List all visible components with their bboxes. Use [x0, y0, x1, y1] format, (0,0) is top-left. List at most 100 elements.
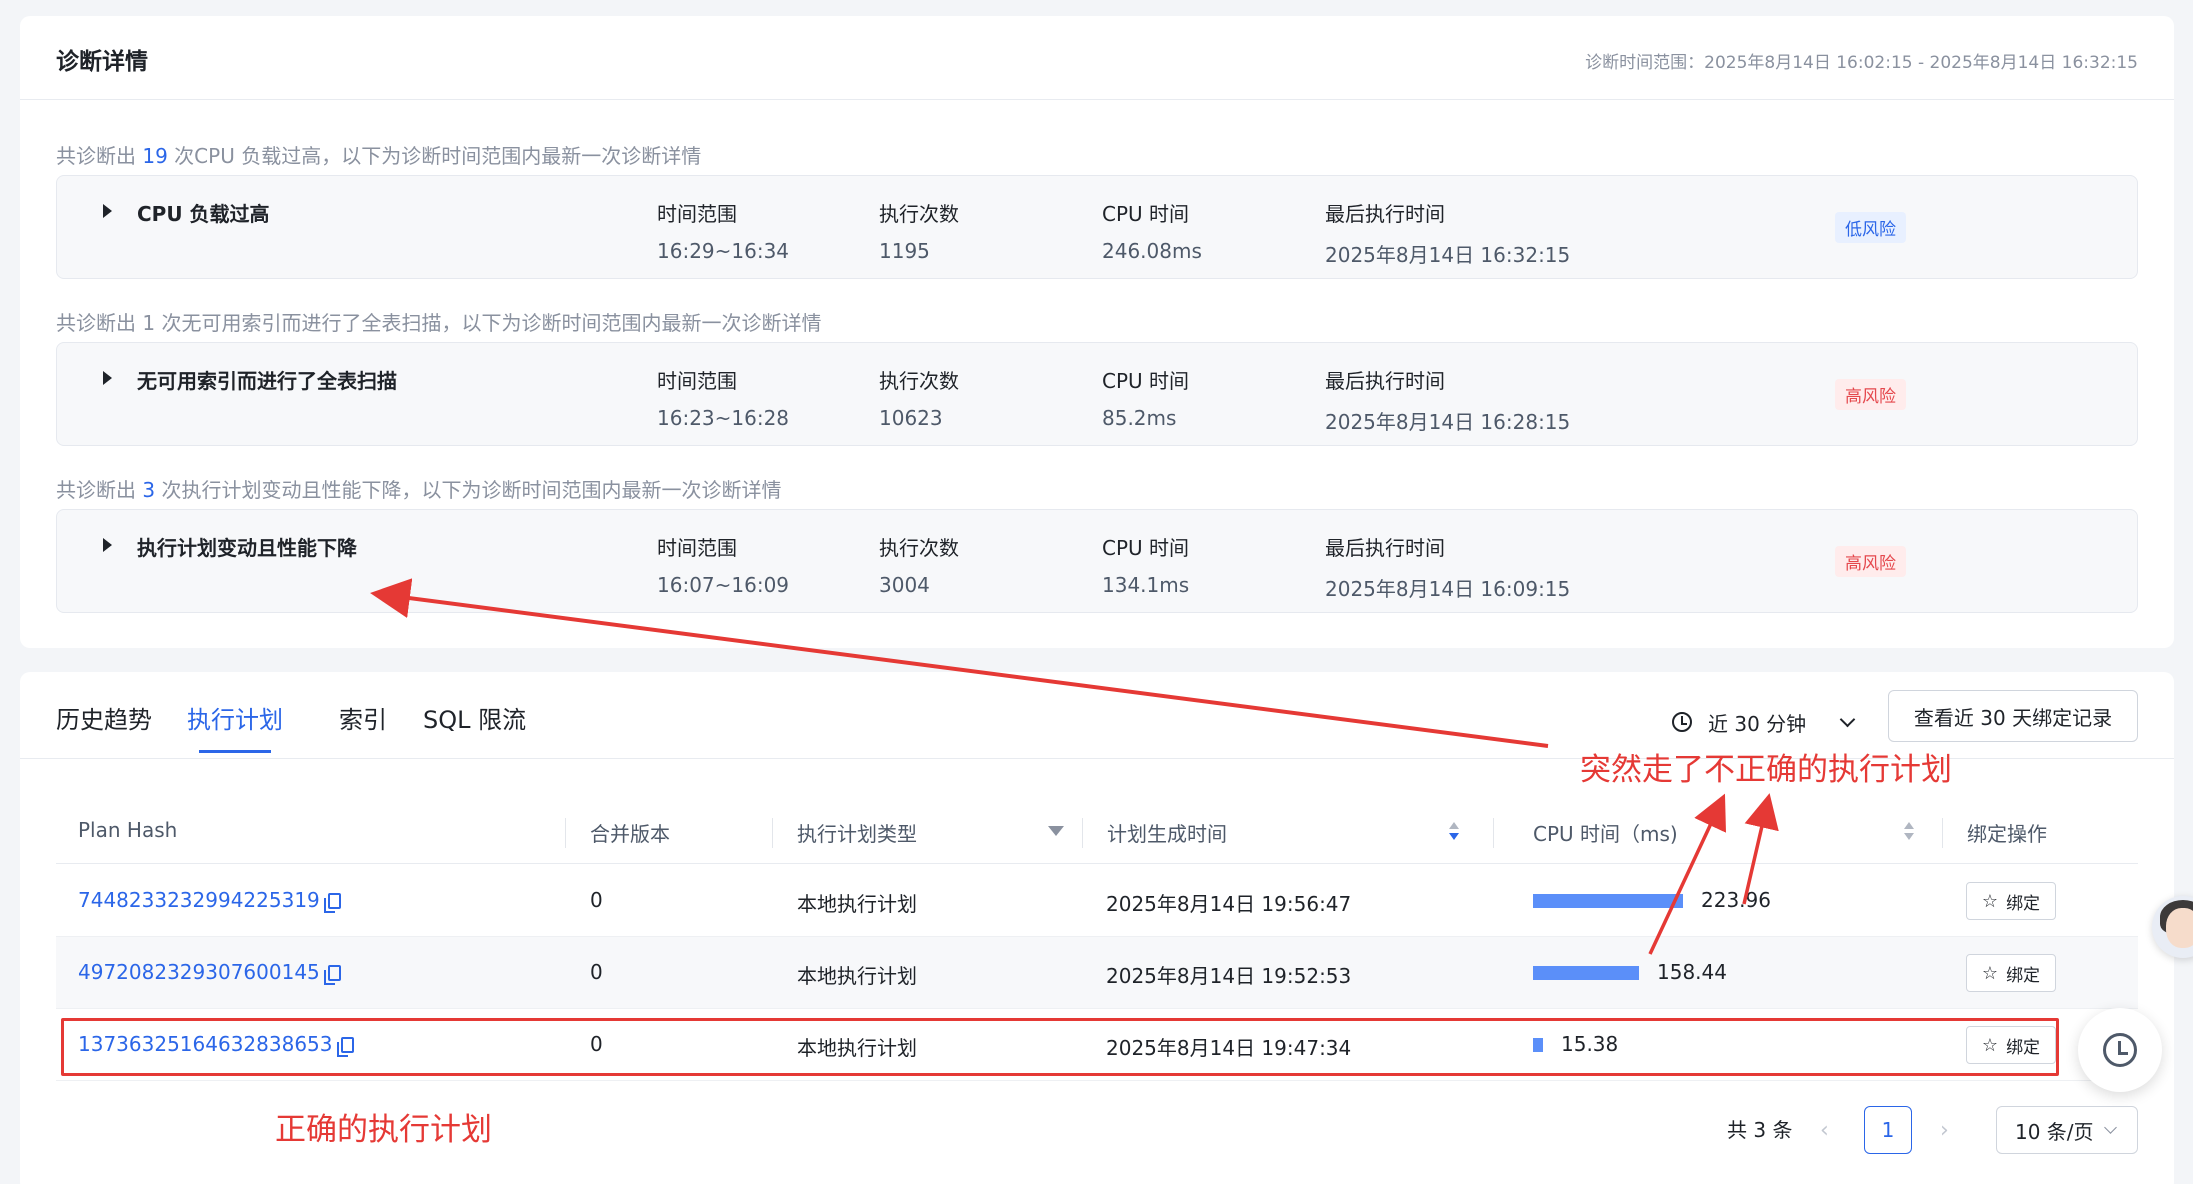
time-range-select[interactable]: 近 30 分钟 [1672, 702, 1856, 742]
diagnosis-rule-row[interactable]: CPU 负载过高 时间范围 16:29~16:34 执行次数 1195 CPU … [56, 175, 2138, 279]
annotation-wrong-plan: 突然走了不正确的执行计划 [1580, 752, 1952, 788]
field-label: 执行次数 [879, 202, 959, 226]
column-cpu-time: CPU 时间（ms) [1533, 822, 1678, 846]
bind-label: 绑定 [2006, 965, 2041, 986]
field-label: CPU 时间 [1102, 369, 1190, 393]
diagnosis-card: 诊断详情 诊断时间范围：2025年8月14日 16:02:15 - 2025年8… [20, 16, 2174, 648]
clock-icon [1672, 712, 1692, 732]
version-cell: 0 [590, 960, 603, 984]
star-icon: ☆ [1981, 890, 1999, 912]
sort-icon[interactable] [1904, 822, 1914, 844]
field-value: 3004 [879, 573, 930, 597]
rule-name: 无可用索引而进行了全表扫描 [137, 369, 397, 393]
summary-suffix: 次执行计划变动且性能下降，以下为诊断时间范围内最新一次诊断详情 [161, 478, 782, 502]
risk-badge: 高风险 [1835, 546, 1906, 577]
plan-hash-link[interactable]: 4972082329307600145 [78, 960, 320, 984]
tab-execution-plan[interactable]: 执行计划 [187, 700, 283, 735]
field-label: 最后执行时间 [1325, 202, 1445, 226]
expand-caret-icon[interactable] [103, 204, 112, 218]
view-bind-history-button[interactable]: 查看近 30 天绑定记录 [1888, 690, 2138, 742]
copy-icon[interactable] [323, 893, 341, 913]
pagination-total: 共 3 条 [1727, 1118, 1793, 1142]
created-time-cell: 2025年8月14日 19:52:53 [1106, 964, 1352, 988]
plan-type-cell: 本地执行计划 [797, 892, 917, 916]
field-label: 时间范围 [657, 202, 737, 226]
page-size-value: 10 条/页 [2015, 1119, 2094, 1144]
field-value: 2025年8月14日 16:28:15 [1325, 410, 1571, 434]
avatar-face [2166, 908, 2193, 948]
column-plan-type: 执行计划类型 [797, 822, 917, 846]
created-time-cell: 2025年8月14日 19:56:47 [1106, 892, 1352, 916]
tab-sql-throttle[interactable]: SQL 限流 [423, 700, 526, 735]
column-separator [1082, 818, 1083, 848]
tab-history-trend[interactable]: 历史趋势 [56, 700, 152, 735]
summary-prefix: 共诊断出 [56, 144, 136, 168]
risk-badge: 低风险 [1835, 212, 1906, 243]
diagnosis-rule-row[interactable]: 无可用索引而进行了全表扫描 时间范围 16:23~16:28 执行次数 1062… [56, 342, 2138, 446]
column-version: 合并版本 [590, 822, 670, 846]
field-last-exec: 最后执行时间 2025年8月14日 16:32:15 [1325, 198, 1570, 268]
column-separator [565, 818, 566, 848]
rule-name: 执行计划变动且性能下降 [137, 536, 357, 560]
history-float-button[interactable] [2078, 1008, 2162, 1092]
filter-icon[interactable] [1048, 826, 1064, 836]
field-label: 最后执行时间 [1325, 369, 1445, 393]
diagnosis-header: 诊断详情 诊断时间范围：2025年8月14日 16:02:15 - 2025年8… [20, 16, 2174, 100]
field-value: 246.08ms [1102, 239, 1202, 263]
plan-hash-link[interactable]: 7448233232994225319 [78, 888, 320, 912]
summary-count: 1 [142, 311, 156, 335]
star-icon: ☆ [1981, 962, 1999, 984]
summary-suffix: 次CPU 负载过高，以下为诊断时间范围内最新一次诊断详情 [174, 144, 702, 168]
version-cell: 0 [590, 888, 603, 912]
summary-suffix: 次无可用索引而进行了全表扫描，以下为诊断时间范围内最新一次诊断详情 [161, 311, 822, 335]
field-value: 85.2ms [1102, 406, 1177, 430]
bind-button[interactable]: ☆ 绑定 [1966, 954, 2056, 992]
expand-caret-icon[interactable] [103, 371, 112, 385]
column-created-time: 计划生成时间 [1107, 822, 1227, 846]
page-size-select[interactable]: 10 条/页 [1996, 1106, 2138, 1154]
column-separator [1493, 818, 1494, 848]
bind-button[interactable]: ☆ 绑定 [1966, 882, 2056, 920]
time-range-value: 近 30 分钟 [1708, 711, 1807, 736]
field-label: 执行次数 [879, 536, 959, 560]
field-value: 16:07~16:09 [657, 573, 790, 597]
column-separator [772, 818, 773, 848]
diagnosis-summary: 共诊断出 3 次执行计划变动且性能下降，以下为诊断时间范围内最新一次诊断详情 [56, 474, 781, 503]
diagnosis-rule-row[interactable]: 执行计划变动且性能下降 时间范围 16:07~16:09 执行次数 3004 C… [56, 509, 2138, 613]
summary-count: 19 [142, 144, 168, 168]
annotation-correct-plan: 正确的执行计划 [275, 1112, 492, 1148]
field-label: CPU 时间 [1102, 536, 1190, 560]
plan-hash-cell[interactable]: 4972082329307600145 [78, 960, 341, 985]
expand-caret-icon[interactable] [103, 538, 112, 552]
table-header: Plan Hash 合并版本 执行计划类型 计划生成时间 CPU 时间（ms) … [56, 804, 2138, 864]
cpu-value: 223.96 [1701, 888, 1771, 912]
page-number-current[interactable]: 1 [1864, 1106, 1912, 1154]
diagnosis-summary: 共诊断出 1 次无可用索引而进行了全表扫描，以下为诊断时间范围内最新一次诊断详情 [56, 307, 821, 336]
field-exec-count: 执行次数 10623 [879, 365, 959, 430]
field-exec-count: 执行次数 1195 [879, 198, 959, 263]
cpu-bar [1533, 894, 1683, 908]
prev-page-icon[interactable]: ‹ [1820, 1118, 1829, 1143]
field-label: 时间范围 [657, 536, 737, 560]
summary-prefix: 共诊断出 [56, 311, 136, 335]
rule-name: CPU 负载过高 [137, 202, 270, 226]
tab-index[interactable]: 索引 [339, 700, 387, 735]
plan-type-cell: 本地执行计划 [797, 964, 917, 988]
next-page-icon[interactable]: › [1940, 1118, 1949, 1143]
field-value: 10623 [879, 406, 943, 430]
diagnosis-summary: 共诊断出 19 次CPU 负载过高，以下为诊断时间范围内最新一次诊断详情 [56, 140, 701, 169]
field-cpu-time: CPU 时间 246.08ms [1102, 198, 1202, 263]
cpu-bar [1533, 966, 1639, 980]
diagnosis-title: 诊断详情 [56, 49, 148, 75]
sort-icon[interactable] [1449, 822, 1459, 844]
field-exec-count: 执行次数 3004 [879, 532, 959, 597]
field-cpu-time: CPU 时间 134.1ms [1102, 532, 1189, 597]
field-time-range: 时间范围 16:29~16:34 [657, 198, 789, 263]
cpu-value: 158.44 [1657, 960, 1727, 984]
summary-count: 3 [142, 478, 156, 502]
copy-icon[interactable] [323, 965, 341, 985]
summary-prefix: 共诊断出 [56, 478, 136, 502]
plan-hash-cell[interactable]: 7448233232994225319 [78, 888, 341, 913]
chevron-down-icon [2103, 1121, 2117, 1134]
column-separator [1942, 818, 1943, 848]
